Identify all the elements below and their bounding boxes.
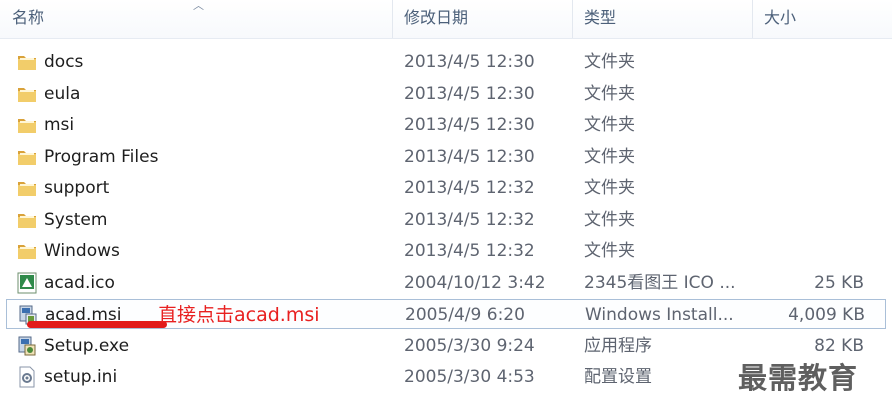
file-date: 2013/4/5 12:30 xyxy=(404,52,535,72)
file-type: 文件夹 xyxy=(584,115,635,135)
file-size xyxy=(766,142,864,172)
file-date: 2013/4/5 12:32 xyxy=(404,241,535,261)
file-date: 2005/3/30 4:53 xyxy=(404,367,535,387)
column-header-date[interactable]: 修改日期 xyxy=(392,0,572,38)
file-name: setup.ini xyxy=(44,367,118,387)
file-row[interactable]: eula 2013/4/5 12:30 文件夹 xyxy=(6,79,886,109)
file-row[interactable]: support 2013/4/5 12:32 文件夹 xyxy=(6,173,886,203)
file-type: 文件夹 xyxy=(584,83,635,104)
file-date: 2013/4/5 12:32 xyxy=(404,178,535,198)
file-size xyxy=(766,47,864,77)
file-date: 2013/4/5 12:30 xyxy=(404,115,535,135)
file-type: 文件夹 xyxy=(584,241,635,261)
file-row[interactable]: msi 2013/4/5 12:30 文件夹 xyxy=(6,110,886,140)
column-header-type[interactable]: 类型 xyxy=(572,0,752,38)
folder-icon xyxy=(16,209,38,231)
ini-file-icon xyxy=(16,366,38,388)
file-date: 2013/4/5 12:32 xyxy=(404,209,535,230)
file-name: msi xyxy=(44,115,75,135)
file-size: 25 KB xyxy=(814,272,864,293)
file-type: 文件夹 xyxy=(584,209,635,230)
annotation-underline xyxy=(27,321,167,328)
file-type: Windows Install... xyxy=(585,305,734,325)
folder-icon xyxy=(16,114,38,136)
file-name: support xyxy=(44,178,110,198)
folder-icon xyxy=(16,83,38,105)
file-date: 2013/4/5 12:30 xyxy=(404,83,535,104)
file-date: 2005/3/30 9:24 xyxy=(404,335,535,356)
file-size xyxy=(766,236,864,266)
setup-exe-icon xyxy=(16,335,38,357)
file-name: Setup.exe xyxy=(44,335,130,356)
file-row[interactable]: Program Files 2013/4/5 12:30 文件夹 xyxy=(6,142,886,172)
file-size xyxy=(766,79,864,109)
file-row[interactable]: docs 2013/4/5 12:30 文件夹 xyxy=(6,47,886,77)
watermark-logo-text: 最需教育 xyxy=(738,361,859,395)
file-size xyxy=(766,173,864,203)
file-date: 2013/4/5 12:30 xyxy=(404,146,535,167)
folder-icon xyxy=(16,177,38,199)
annotation-label: 直接点击acad.msi xyxy=(158,304,320,326)
column-header-name[interactable]: 名称 xyxy=(0,0,392,38)
file-type: 配置设置 xyxy=(584,367,652,387)
file-name: docs xyxy=(44,52,84,72)
file-row[interactable]: System 2013/4/5 12:32 文件夹 xyxy=(6,205,886,235)
file-date: 2004/10/12 3:42 xyxy=(404,272,546,293)
ico-file-icon xyxy=(16,272,38,294)
folder-icon xyxy=(16,240,38,262)
file-name: eula xyxy=(44,83,81,104)
file-type: 文件夹 xyxy=(584,52,635,72)
file-name: Program Files xyxy=(44,146,159,167)
file-row[interactable]: Windows 2013/4/5 12:32 文件夹 xyxy=(6,236,886,266)
file-size: 4,009 KB xyxy=(788,305,865,325)
file-type: 文件夹 xyxy=(584,178,635,198)
column-header-size[interactable]: 大小 xyxy=(752,0,892,38)
file-name: acad.ico xyxy=(44,272,115,293)
file-type: 文件夹 xyxy=(584,146,635,167)
folder-icon xyxy=(16,146,38,168)
file-name: System xyxy=(44,209,108,230)
file-type: 应用程序 xyxy=(584,335,652,356)
file-size xyxy=(766,205,864,235)
file-type: 2345看图王 ICO ... xyxy=(584,272,736,293)
file-row[interactable]: acad.ico 2004/10/12 3:42 2345看图王 ICO ... 25… xyxy=(6,268,886,298)
folder-icon xyxy=(16,51,38,73)
file-date: 2005/4/9 6:20 xyxy=(405,305,525,325)
file-name: Windows xyxy=(44,241,120,261)
file-size xyxy=(766,110,864,140)
column-header-bar: ︿ 名称 修改日期 类型 大小 xyxy=(0,0,892,39)
